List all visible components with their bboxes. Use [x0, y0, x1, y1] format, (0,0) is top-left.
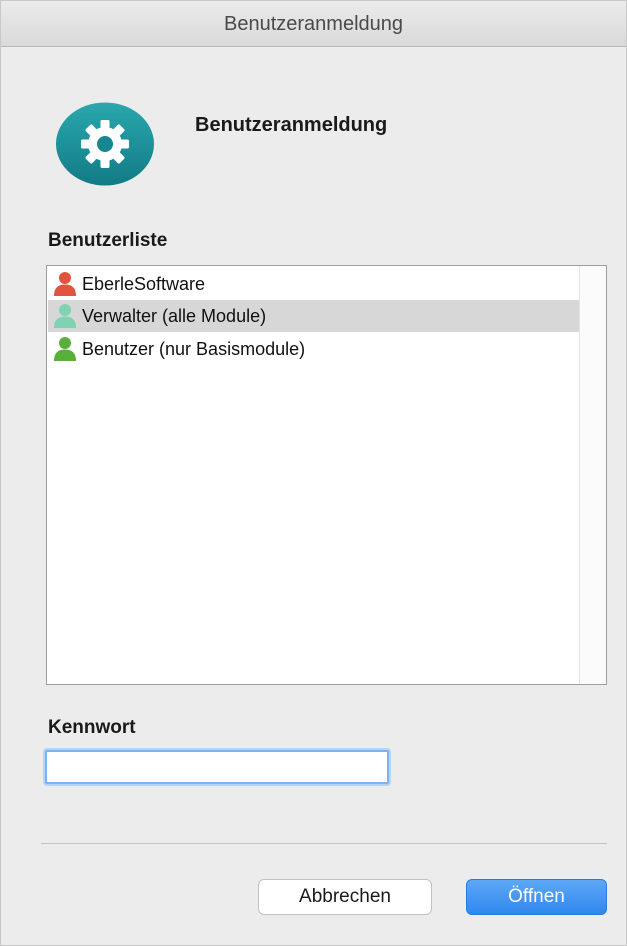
user-icon [54, 272, 76, 296]
divider [41, 843, 607, 844]
user-list-label: Benutzerliste [48, 230, 168, 251]
list-item-label: Verwalter (alle Module) [82, 305, 267, 326]
dialog-heading: Benutzeranmeldung [195, 114, 388, 136]
window-title: Benutzeranmeldung [1, 1, 626, 47]
password-label: Kennwort [48, 717, 136, 738]
cancel-button[interactable]: Abbrechen [258, 879, 432, 915]
password-field[interactable] [45, 750, 389, 784]
user-icon [54, 337, 76, 361]
list-item-verwalter[interactable]: Verwalter (alle Module) [48, 300, 580, 332]
user-list[interactable]: EberleSoftware Verwalter (alle Module) B… [46, 265, 607, 685]
login-dialog: Benutzeranmeldung Benutzeranmeldung Benu… [0, 0, 627, 946]
list-item-label: EberleSoftware [82, 273, 206, 294]
list-item-eberlesoftware[interactable]: EberleSoftware [48, 268, 580, 300]
user-icon [54, 304, 76, 328]
list-item-label: Benutzer (nur Basismodule) [82, 338, 306, 359]
list-scrollbar[interactable] [579, 266, 606, 684]
gear-icon [56, 102, 154, 186]
list-item-benutzer[interactable]: Benutzer (nur Basismodule) [48, 333, 580, 365]
open-button[interactable]: Öffnen [466, 879, 607, 915]
